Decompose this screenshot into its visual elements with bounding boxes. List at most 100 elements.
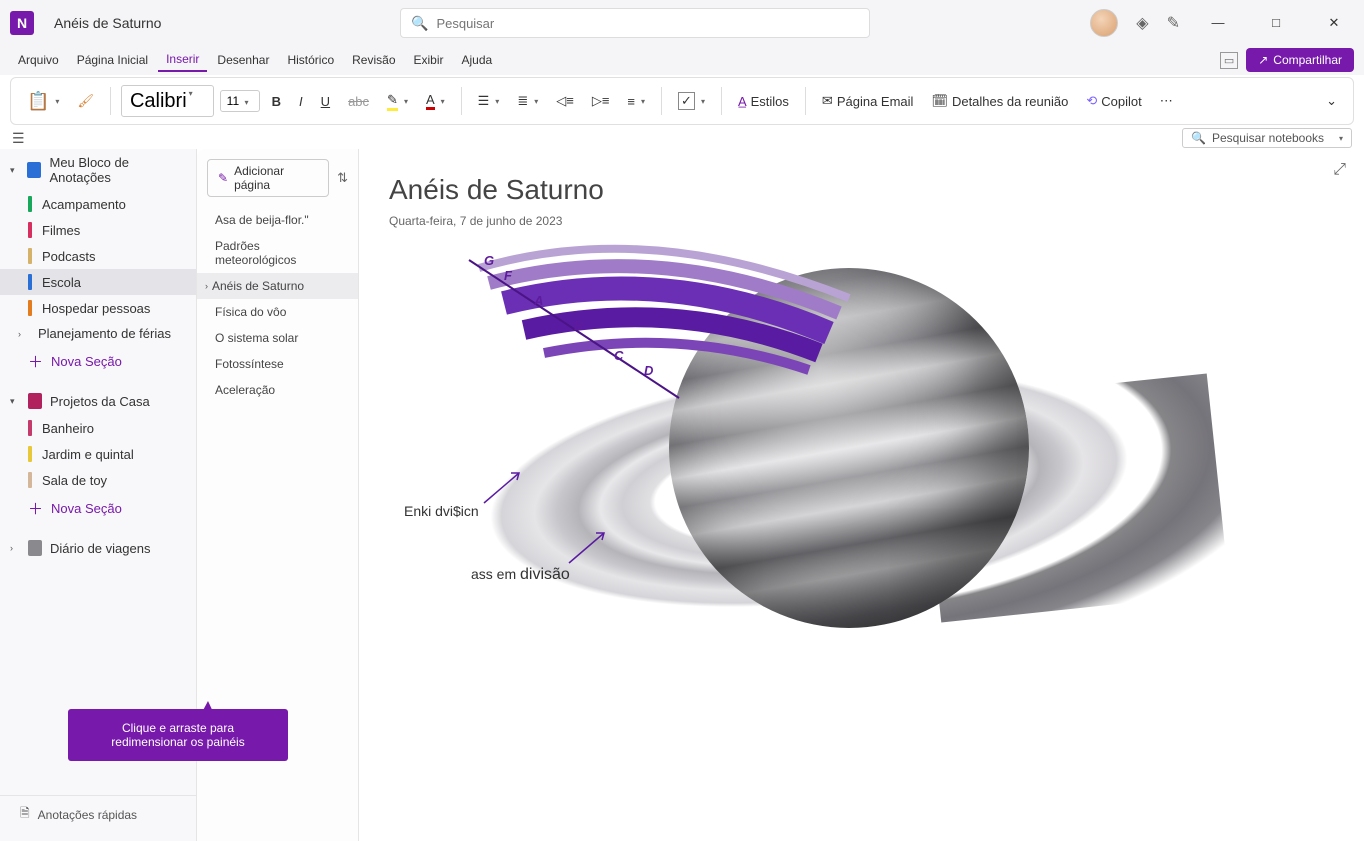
page-item[interactable]: Física do vôo [197, 299, 358, 325]
menu-desenhar[interactable]: Desenhar [209, 49, 277, 71]
main-area: ▾ Meu Bloco de Anotações Acampamento Fil… [0, 149, 1364, 841]
add-page-button[interactable]: ✎ Adicionar página [207, 159, 329, 197]
email-page-button[interactable]: ✉ Página Email [816, 89, 920, 113]
notebook-icon [27, 162, 41, 178]
section-sala-toy[interactable]: Sala de toy [0, 467, 196, 493]
menu-inserir[interactable]: Inserir [158, 48, 207, 72]
annotation-2a: ass em [471, 566, 520, 582]
highlight-button[interactable]: ✎▾ [381, 88, 414, 115]
share-label: Compartilhar [1273, 53, 1342, 67]
menu-revisao[interactable]: Revisão [344, 49, 403, 71]
app-icon: N [10, 11, 34, 35]
page-item[interactable]: Asa de beija-flor." [197, 207, 358, 233]
search-input[interactable] [436, 16, 859, 31]
meeting-details-button[interactable]: 🗓 Detalhes da reunião [925, 89, 1074, 113]
section-podcasts[interactable]: Podcasts [0, 243, 196, 269]
menu-exibir[interactable]: Exibir [406, 49, 452, 71]
search-icon: 🔍 [1191, 131, 1206, 145]
ribbon-collapse[interactable]: ⌄ [1320, 89, 1343, 113]
add-section-button[interactable]: ＋Nova Seção [0, 346, 196, 377]
page-content[interactable]: ⤢ Anéis de Saturno Quarta-feira, 7 de ju… [359, 149, 1364, 841]
hamburger-icon[interactable]: ☰ [12, 130, 25, 147]
paste-button[interactable]: 📋▾ [21, 87, 65, 116]
bold-button[interactable]: B [266, 90, 287, 113]
copilot-button[interactable]: ⟲ Copilot [1080, 89, 1147, 113]
notebook-row[interactable]: ▾ Projetos da Casa [0, 387, 196, 415]
notebook-row[interactable]: ▾ Meu Bloco de Anotações [0, 149, 196, 191]
section-swatch [28, 274, 32, 290]
strikethrough-button[interactable]: abc [342, 90, 375, 113]
page-label: Física do vôo [215, 305, 286, 319]
page-item[interactable]: O sistema solar [197, 325, 358, 351]
section-label: Banheiro [42, 421, 94, 436]
outdent-button[interactable]: ◁≡ [550, 89, 580, 113]
numbering-button[interactable]: ≣▾ [511, 89, 544, 113]
page-title[interactable]: Anéis de Saturno [389, 174, 1334, 206]
menu-ajuda[interactable]: Ajuda [454, 49, 501, 71]
font-size-select[interactable]: 11 ▾ [220, 90, 260, 112]
annotation-2b: divisão [520, 566, 570, 583]
notebook-row[interactable]: › Diário de viagens [0, 534, 196, 562]
menu-arquivo[interactable]: Arquivo [10, 49, 67, 71]
share-button[interactable]: ↗ Compartilhar [1246, 48, 1354, 72]
ring-label-f: F [504, 268, 512, 283]
page-date: Quarta-feira, 7 de junho de 2023 [389, 214, 1334, 228]
annotation-2: ass em divisão [471, 566, 570, 584]
sub-toolbar: ☰ 🔍 Pesquisar notebooks ▾ [0, 127, 1364, 149]
minimize-button[interactable]: — [1198, 15, 1238, 30]
section-acampamento[interactable]: Acampamento [0, 191, 196, 217]
sort-icon[interactable]: ⇅ [337, 170, 348, 186]
quick-notes-button[interactable]: 🗎 Anotações rápidas [0, 795, 196, 833]
font-select[interactable]: Calibri▾ [121, 85, 214, 117]
section-swatch [28, 420, 32, 436]
page-item[interactable]: Aceleração [197, 377, 358, 403]
section-hospedar[interactable]: Hospedar pessoas [0, 295, 196, 321]
chevron-down-icon: ▾ [1339, 134, 1343, 143]
chevron-down-icon: ▾ [10, 165, 19, 176]
section-escola[interactable]: Escola [0, 269, 196, 295]
presentation-icon[interactable]: ▭ [1220, 52, 1238, 69]
annotation-1: Enki dvi$icn [404, 503, 479, 519]
maximize-button[interactable]: □ [1256, 15, 1296, 30]
ring-label-b: B [574, 318, 583, 333]
section-planejamento[interactable]: ›Planejamento de férias [0, 321, 196, 346]
add-section-button[interactable]: ＋Nova Seção [0, 493, 196, 524]
notebook-search-label: Pesquisar notebooks [1212, 131, 1331, 145]
add-section-label: Nova Seção [51, 501, 122, 516]
ribbon: 📋▾ 🖌 Calibri▾ 11 ▾ B I U abc ✎▾ A▾ ☰▾ ≣▾… [10, 77, 1354, 125]
section-swatch [28, 196, 32, 212]
add-page-icon: ✎ [218, 171, 228, 185]
wand-icon[interactable]: ✎ [1167, 13, 1180, 33]
page-item[interactable]: ›Anéis de Saturno [197, 273, 358, 299]
nav-panel: ▾ Meu Bloco de Anotações Acampamento Fil… [0, 149, 197, 841]
menu-historico[interactable]: Histórico [279, 49, 342, 71]
search-box[interactable]: 🔍 [400, 8, 870, 38]
add-section-label: Nova Seção [51, 354, 122, 369]
section-filmes[interactable]: Filmes [0, 217, 196, 243]
section-banheiro[interactable]: Banheiro [0, 415, 196, 441]
todo-button[interactable]: ✓▾ [672, 88, 711, 114]
section-swatch [28, 248, 32, 264]
underline-button[interactable]: U [315, 90, 336, 113]
format-painter-button[interactable]: 🖌 [71, 89, 100, 113]
page-item[interactable]: Fotossíntese [197, 351, 358, 377]
ribbon-overflow[interactable]: ⋯ [1154, 89, 1179, 113]
font-color-button[interactable]: A▾ [420, 88, 451, 114]
avatar[interactable] [1090, 9, 1118, 37]
bullets-button[interactable]: ☰▾ [472, 89, 506, 113]
italic-button[interactable]: I [293, 90, 309, 113]
notebook-search[interactable]: 🔍 Pesquisar notebooks ▾ [1182, 128, 1352, 148]
styles-button[interactable]: A̲ Estilos [732, 90, 795, 113]
section-label: Jardim e quintal [42, 447, 134, 462]
page-item[interactable]: Padrões meteorológicos [197, 233, 358, 273]
close-button[interactable]: ✕ [1314, 15, 1354, 31]
align-button[interactable]: ≡▾ [621, 90, 651, 113]
section-jardim[interactable]: Jardim e quintal [0, 441, 196, 467]
arrow-icon [564, 528, 614, 568]
expand-icon[interactable]: ⤢ [1333, 161, 1346, 179]
indent-button[interactable]: ▷≡ [586, 89, 616, 113]
titlebar: N Anéis de Saturno 🔍 ◈ ✎ — □ ✕ [0, 0, 1364, 45]
chevron-right-icon: › [18, 329, 28, 339]
menu-pagina-inicial[interactable]: Página Inicial [69, 49, 156, 71]
diamond-icon[interactable]: ◈ [1136, 13, 1148, 33]
